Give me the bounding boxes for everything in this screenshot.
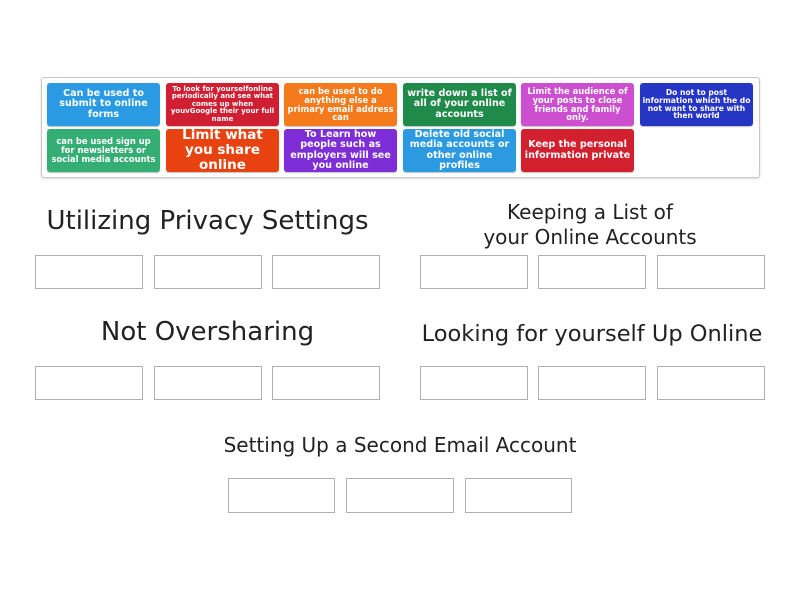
drop-slot[interactable]	[657, 255, 765, 289]
drop-slot[interactable]	[35, 366, 143, 400]
drop-slot[interactable]	[346, 478, 454, 513]
tile-label: Can be used to submit to online forms	[59, 88, 148, 120]
tile-learn-employers[interactable]: To Learn how people such as employers wi…	[284, 129, 397, 172]
category-title-list-accounts: Keeping a List of your Online Accounts	[400, 200, 780, 250]
tile-google-yourself[interactable]: To look for yourselfonline periodically …	[166, 83, 279, 126]
category-title-privacy-settings: Utilizing Privacy Settings	[46, 206, 369, 236]
title-line: your Online Accounts	[483, 225, 697, 249]
tile-label: Limit what you share online	[182, 127, 263, 173]
tile-label: Limit the audience of your posts to clos…	[527, 85, 628, 123]
drop-slot[interactable]	[420, 255, 528, 289]
category-title-not-oversharing: Not Oversharing	[100, 317, 315, 347]
tile-limit-audience[interactable]: Limit the audience of your posts to clos…	[521, 83, 634, 126]
drop-slot[interactable]	[538, 255, 646, 289]
category-title-looking-yourself-up: Looking for yourself Up Online	[421, 321, 763, 347]
drop-slot[interactable]	[465, 478, 572, 513]
tile-submit-online-forms[interactable]: Can be used to submit to online forms	[47, 83, 160, 126]
tile-label: Do not to post information which the do …	[642, 87, 751, 121]
drop-slot[interactable]	[420, 366, 528, 400]
tile-do-not-post[interactable]: Do not to post information which the do …	[640, 83, 753, 126]
tile-limit-share[interactable]: Limit what you share online	[166, 127, 279, 173]
drop-slot[interactable]	[35, 255, 143, 289]
drop-slot[interactable]	[154, 255, 262, 289]
tile-primary-email[interactable]: can be used to do anything else a primar…	[284, 83, 397, 126]
tile-label: Delete old social media accounts or othe…	[409, 129, 510, 171]
category-title-second-email: Setting Up a Second Email Account	[223, 433, 577, 457]
drop-slot[interactable]	[154, 366, 262, 400]
drop-slot[interactable]	[538, 366, 646, 400]
drop-slot[interactable]	[272, 366, 380, 400]
tile-label: can be used to do anything else a primar…	[287, 85, 394, 123]
tile-keep-private[interactable]: Keep the personal information private	[521, 129, 634, 172]
drop-slot[interactable]	[657, 366, 765, 400]
drop-slot[interactable]	[272, 255, 380, 289]
tile-label: write down a list of all of your online …	[407, 88, 512, 120]
tile-label: Keep the personal information private	[524, 139, 631, 161]
tile-label: can be used sign up for newsletters or s…	[51, 136, 156, 164]
tile-delete-old-accounts[interactable]: Delete old social media accounts or othe…	[403, 129, 516, 172]
tile-label: To look for yourselfonline periodically …	[170, 85, 275, 123]
answer-tiles-tray: Can be used to submit to online forms To…	[41, 77, 760, 178]
tile-label: To Learn how people such as employers wi…	[290, 129, 391, 171]
tile-list-accounts[interactable]: write down a list of all of your online …	[403, 83, 516, 126]
drop-slot[interactable]	[228, 478, 335, 513]
tile-sign-up-newsletters[interactable]: can be used sign up for newsletters or s…	[47, 129, 160, 172]
title-line: Keeping a List of	[507, 200, 673, 224]
